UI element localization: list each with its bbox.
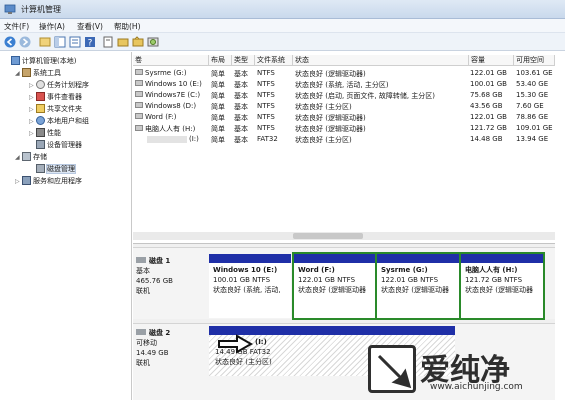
expanded-arrow-icon[interactable]: ◢ [15,70,22,77]
disk-management-icon [36,164,45,173]
event-log-icon [36,92,45,101]
menu-action[interactable]: 操作(A) [39,21,65,32]
computer-icon [11,56,20,65]
col-header-volume[interactable]: 卷 [133,55,209,66]
menu-bar: 文件(F) 操作(A) 查看(V) 帮助(H) [0,19,565,33]
navigation-tree: 计算机管理(本地) ◢ 系统工具 ▷ 任务计划程序 ▷ 事件查看器 ▷ 共享文件夹 ▷ 本… [9,52,132,400]
svg-text:?: ? [88,39,93,49]
col-header-capacity[interactable]: 容量 [469,55,514,66]
volume-list: 卷 布局 类型 文件系统 状态 容量 可用空间 Sysrme (G:) 简单 基… [133,52,555,242]
partition-bar [209,254,291,263]
collapsed-arrow-icon[interactable]: ▷ [29,106,36,113]
folder-icon [36,104,45,113]
drive-icon [135,125,143,131]
tree-event-viewer[interactable]: ▷ 事件查看器 [29,92,82,103]
window-title: 计算机管理 [21,5,61,14]
menu-help[interactable]: 帮助(H) [114,21,141,32]
col-header-status[interactable]: 状态 [293,55,469,66]
disk-2-info[interactable]: 磁盘 2 可移动 14.49 GB 联机 [136,328,206,368]
table-row[interactable]: (I:) 简单 基本 FAT32 状态良好 (主分区) 14.48 GB 13.… [133,134,555,145]
partition-bar [377,254,459,263]
storage-icon [22,152,31,161]
title-bar: 计算机管理 [0,0,565,19]
table-row[interactable]: Windows7E (C:) 简单 基本 NTFS 状态良好 (启动, 页面文件… [133,90,555,101]
drive-icon [135,69,143,75]
clock-icon [36,80,45,89]
watermark: 爱纯净 www.aichunjing.com [368,343,560,397]
col-header-type[interactable]: 类型 [232,55,255,66]
drive-icon [135,102,143,108]
expanded-arrow-icon[interactable]: ◢ [15,154,22,161]
partition-g[interactable]: Sysrme (G:) 122.01 GB NTFS 状态良好 (逻辑驱动器 [375,252,461,320]
col-header-free-space[interactable]: 可用空间 [514,55,555,66]
collapsed-arrow-icon[interactable]: ▷ [15,178,22,185]
performance-icon [36,128,45,137]
menu-view[interactable]: 查看(V) [77,21,103,32]
blurred-volume-name [147,136,187,143]
table-row[interactable]: Word (F:) 简单 基本 NTFS 状态良好 (逻辑驱动器) 122.01… [133,112,555,123]
disk-icon [136,329,146,335]
watermark-url: www.aichunjing.com [430,382,523,392]
tree-root[interactable]: 计算机管理(本地) [11,56,76,67]
tree-shared-folders[interactable]: ▷ 共享文件夹 [29,104,82,115]
tree-storage[interactable]: ◢ 存储 [15,152,47,163]
disk-icon [136,257,146,263]
device-manager-icon [36,140,45,149]
toolbar: ? [0,33,565,51]
partition-bar [294,254,376,263]
drive-icon [135,80,143,86]
help-icon[interactable]: ? [84,36,96,48]
partition-f[interactable]: Word (F:) 122.01 GB NTFS 状态良好 (逻辑驱动器 [292,252,378,320]
collapsed-arrow-icon[interactable]: ▷ [29,130,36,137]
partition-bar [461,254,543,263]
up-icon[interactable] [39,36,51,48]
tree-task-scheduler[interactable]: ▷ 任务计划程序 [29,80,89,91]
table-row[interactable]: 电脑人人有 (H:) 简单 基本 NTFS 状态良好 (逻辑驱动器) 121.7… [133,123,555,134]
tools-icon [22,68,31,77]
collapsed-arrow-icon[interactable]: ▷ [29,118,36,125]
scrollbar-thumb[interactable] [293,233,363,239]
tree-services[interactable]: ▷ 服务和应用程序 [15,176,82,187]
col-header-filesystem[interactable]: 文件系统 [255,55,293,66]
disk-1-info[interactable]: 磁盘 1 基本 465.76 GB 联机 [136,256,206,296]
table-row[interactable]: Sysrme (G:) 简单 基本 NTFS 状态良好 (逻辑驱动器) 122.… [133,68,555,79]
refresh-icon[interactable] [102,36,114,48]
drive-icon [135,91,143,97]
tree-local-users[interactable]: ▷ 本地用户和组 [29,116,89,127]
cd-icon[interactable] [147,36,159,48]
collapsed-arrow-icon[interactable]: ▷ [29,82,36,89]
watermark-logo-icon [368,345,416,393]
export-icon[interactable] [117,36,129,48]
tree-disk-management[interactable]: 磁盘管理 [36,164,76,175]
properties-icon[interactable] [69,36,81,48]
open-icon[interactable] [132,36,144,48]
horizontal-scrollbar[interactable] [133,232,555,240]
partition-e[interactable]: Windows 10 (E:) 100.01 GB NTFS 状态良好 (系统,… [209,254,291,318]
tree-system-tools[interactable]: ◢ 系统工具 [15,68,61,79]
show-hide-tree-icon[interactable] [54,36,66,48]
menu-file[interactable]: 文件(F) [4,21,29,32]
table-row[interactable]: Windows 10 (E:) 简单 基本 NTFS 状态良好 (系统, 活动,… [133,79,555,90]
back-icon[interactable] [4,36,16,48]
forward-icon[interactable] [19,36,31,48]
tree-device-manager[interactable]: 设备管理器 [36,140,82,151]
col-header-layout[interactable]: 布局 [209,55,232,66]
services-icon [22,176,31,185]
pointer-arrow-icon [218,334,254,354]
collapsed-arrow-icon[interactable]: ▷ [29,94,36,101]
drive-icon [135,113,143,119]
users-icon [36,116,45,125]
table-row[interactable]: Windows8 (D:) 简单 基本 NTFS 状态良好 (主分区) 43.5… [133,101,555,112]
tree-performance[interactable]: ▷ 性能 [29,128,61,139]
partition-h[interactable]: 电脑人人有 (H:) 121.72 GB NTFS 状态良好 (逻辑驱动器 [459,252,545,320]
computer-management-icon [4,4,16,14]
